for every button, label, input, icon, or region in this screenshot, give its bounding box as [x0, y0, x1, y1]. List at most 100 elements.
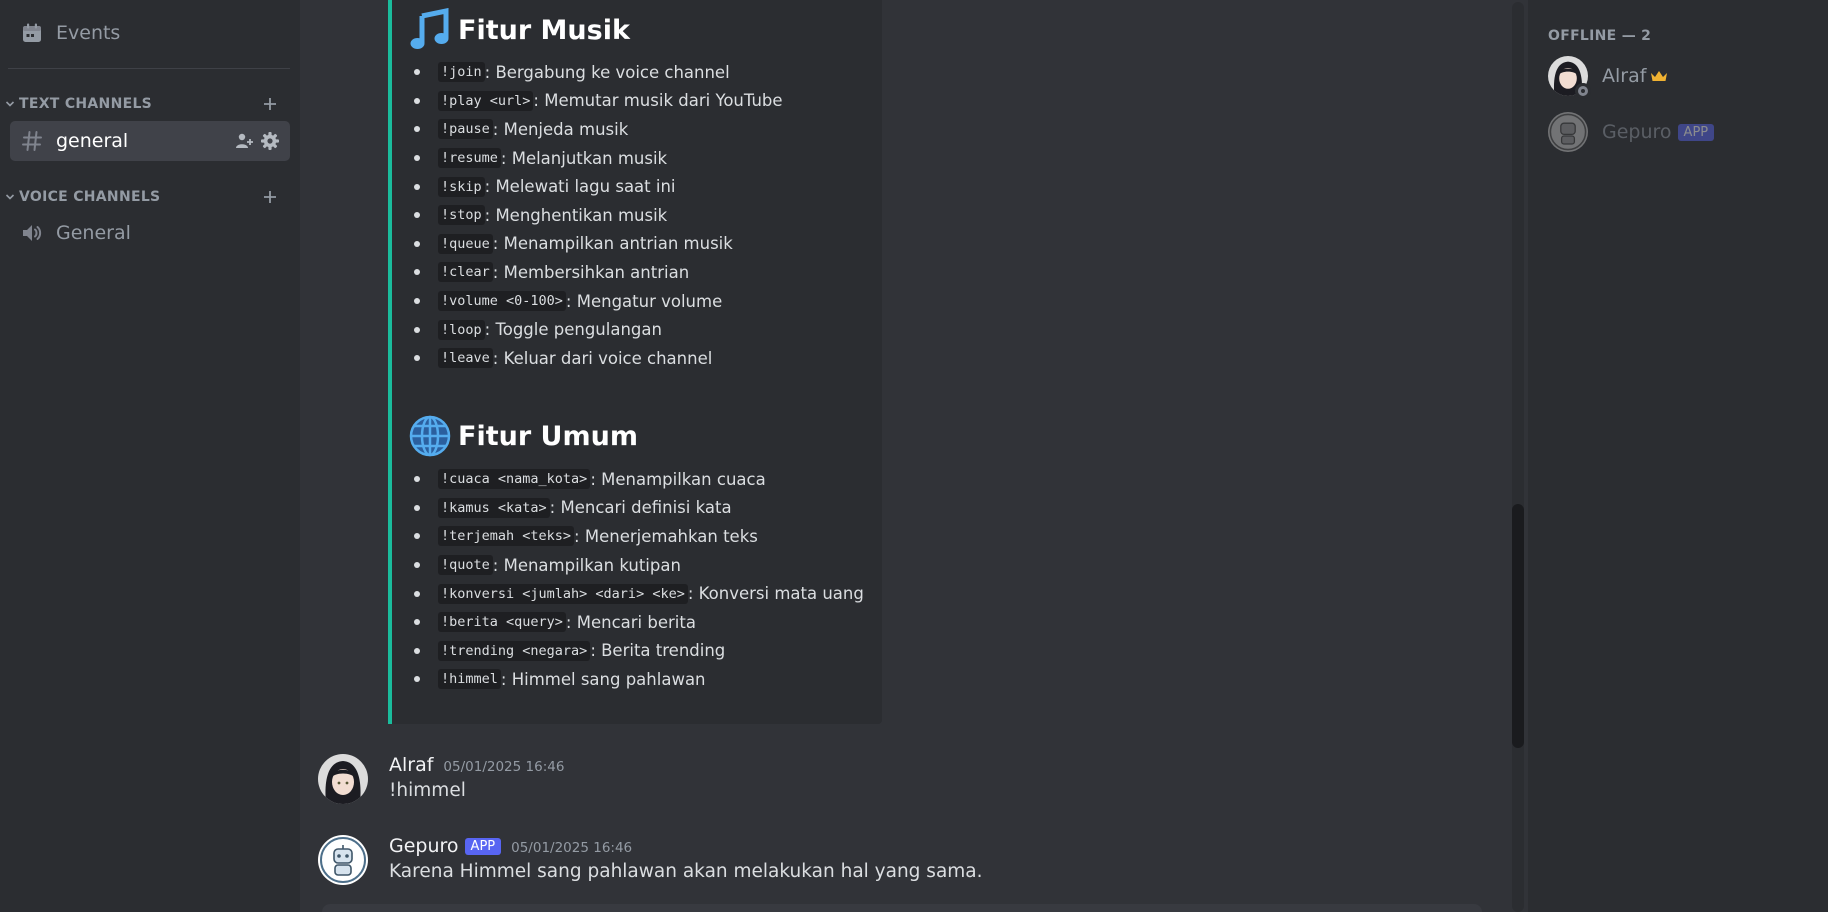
command-code: !resume — [438, 148, 501, 169]
command-code: !kamus <kata> — [438, 497, 550, 518]
music-section-title: Fitur Musik — [408, 8, 630, 52]
command-description: : Berita trending — [590, 641, 726, 661]
message-composer[interactable] — [322, 904, 1482, 912]
bullet-icon — [414, 355, 420, 362]
bullet-icon — [414, 504, 420, 511]
offline-status-icon — [1575, 83, 1591, 99]
crown-icon — [1650, 69, 1668, 83]
events-button[interactable]: Events — [12, 14, 290, 52]
bullet-icon — [414, 155, 420, 162]
gear-icon[interactable] — [260, 131, 280, 151]
text-channels-category[interactable]: TEXT CHANNELS — [4, 92, 290, 116]
avatar[interactable] — [318, 754, 368, 804]
bullet-icon — [414, 69, 420, 76]
command-code: !stop — [438, 205, 485, 226]
command-code: !berita <query> — [438, 612, 566, 633]
create-channel-plus-icon[interactable] — [260, 187, 280, 207]
command-description: : Keluar dari voice channel — [492, 348, 713, 368]
command-code: !skip — [438, 176, 485, 197]
chevron-down-icon — [4, 191, 16, 203]
message-content: !himmel — [389, 780, 466, 801]
command-code: !loop — [438, 319, 485, 340]
bullet-icon — [414, 533, 420, 540]
app-badge: APP — [1677, 123, 1715, 141]
command-code: !clear — [438, 262, 493, 283]
member-name: Gepuro — [1602, 121, 1672, 143]
command-code: !play <url> — [438, 90, 534, 111]
message: Gepuro APP 05/01/2025 16:46 Karena Himme… — [318, 835, 1498, 899]
bullet-icon — [414, 269, 420, 276]
command-item: !queue: Menampilkan antrian musik — [410, 230, 783, 259]
command-item: !trending <negara>: Berita trending — [410, 637, 864, 666]
member-section-title: OFFLINE — 2 — [1548, 28, 1652, 44]
globe-icon — [408, 414, 452, 458]
command-item: !pause: Menjeda musik — [410, 115, 783, 144]
voice-channels-category[interactable]: VOICE CHANNELS — [4, 185, 290, 209]
command-description: : Konversi mata uang — [687, 584, 864, 604]
invite-user-icon[interactable] — [234, 131, 254, 151]
bullet-icon — [414, 326, 420, 333]
bullet-icon — [414, 619, 420, 626]
command-description: : Menampilkan kutipan — [492, 555, 681, 575]
command-description: : Membersihkan antrian — [492, 262, 690, 282]
calendar-icon — [20, 21, 44, 45]
hash-icon — [20, 129, 44, 153]
text-channels-label: TEXT CHANNELS — [19, 96, 153, 112]
message-author[interactable]: Alraf — [389, 754, 433, 776]
member-item[interactable]: Gepuro APP — [1548, 110, 1818, 154]
message-author[interactable]: Gepuro — [389, 835, 459, 857]
events-label: Events — [56, 22, 121, 44]
command-description: : Mencari berita — [565, 612, 696, 632]
command-description: : Himmel sang pahlawan — [500, 669, 706, 689]
scrollbar-thumb[interactable] — [1512, 504, 1524, 748]
voice-channels-label: VOICE CHANNELS — [19, 189, 161, 205]
music-command-list: !join: Bergabung ke voice channel !play <… — [410, 58, 783, 373]
command-code: !terjemah <teks> — [438, 526, 575, 547]
command-code: !pause — [438, 119, 493, 140]
command-code: !join — [438, 62, 485, 83]
command-code: !himmel — [438, 669, 501, 690]
command-item: !clear: Membersihkan antrian — [410, 258, 783, 287]
voice-channel-general-label: General — [56, 222, 131, 244]
command-description: : Mencari definisi kata — [549, 498, 732, 518]
command-item: !kamus <kata>: Mencari definisi kata — [410, 494, 864, 523]
channel-sidebar: Events TEXT CHANNELS general VOICE CHANN… — [0, 0, 300, 912]
bot-avatar — [1548, 112, 1588, 152]
command-description: : Bergabung ke voice channel — [484, 62, 730, 82]
bullet-icon — [414, 212, 420, 219]
general-section-title: Fitur Umum — [408, 414, 638, 458]
command-item: !stop: Menghentikan musik — [410, 201, 783, 230]
command-item: !konversi <jumlah> <dari> <ke>: Konversi… — [410, 579, 864, 608]
bullet-icon — [414, 590, 420, 597]
scrollbar-track[interactable] — [1512, 2, 1524, 912]
command-description: : Toggle pengulangan — [484, 320, 662, 340]
chevron-down-icon — [4, 98, 16, 110]
create-channel-plus-icon[interactable] — [260, 94, 280, 114]
command-code: !konversi <jumlah> <dari> <ke> — [438, 583, 688, 604]
command-description: : Menampilkan antrian musik — [492, 234, 733, 254]
command-item: !terjemah <teks>: Menerjemahkan teks — [410, 522, 864, 551]
channel-general[interactable]: general — [10, 121, 290, 161]
musical-note-icon — [408, 8, 452, 52]
command-item: !himmel: Himmel sang pahlawan — [410, 665, 864, 694]
bullet-icon — [414, 676, 420, 683]
command-code: !queue — [438, 233, 493, 254]
bot-avatar[interactable] — [318, 835, 368, 885]
message-content: Karena Himmel sang pahlawan akan melakuk… — [389, 861, 983, 882]
command-item: !play <url>: Memutar musik dari YouTube — [410, 87, 783, 116]
command-item: !leave: Keluar dari voice channel — [410, 344, 783, 373]
member-name: Alraf — [1602, 65, 1647, 87]
command-description: : Menghentikan musik — [484, 205, 668, 225]
command-item: !berita <query>: Mencari berita — [410, 608, 864, 637]
command-description: : Menampilkan cuaca — [590, 469, 766, 489]
member-item[interactable]: Alraf — [1548, 54, 1818, 99]
voice-channel-general[interactable]: General — [10, 213, 290, 253]
command-description: : Menerjemahkan teks — [574, 526, 758, 546]
bullet-icon — [414, 126, 420, 133]
command-item: !skip: Melewati lagu saat ini — [410, 172, 783, 201]
command-item: !quote: Menampilkan kutipan — [410, 551, 864, 580]
command-item: !volume <0-100>: Mengatur volume — [410, 287, 783, 316]
discord-window: Events TEXT CHANNELS general VOICE CHANN… — [0, 0, 1828, 912]
bullet-icon — [414, 298, 420, 305]
command-item: !cuaca <nama_kota>: Menampilkan cuaca — [410, 465, 864, 494]
